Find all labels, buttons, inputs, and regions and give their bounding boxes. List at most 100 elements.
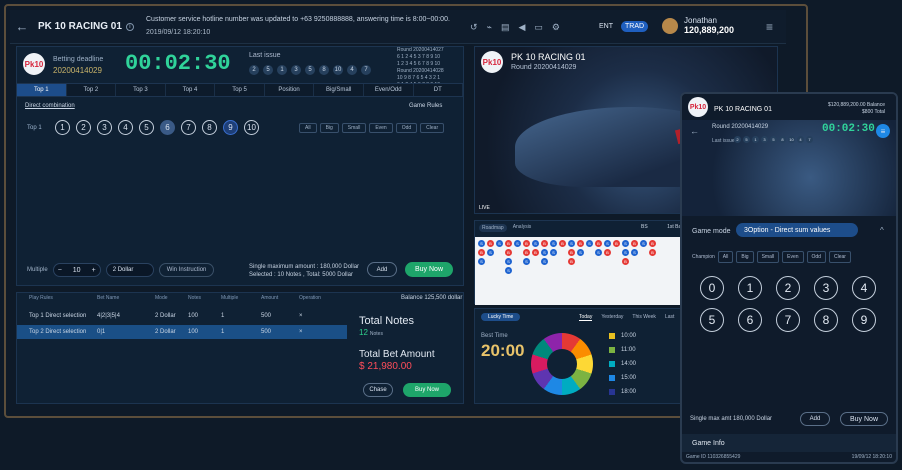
lang-ent[interactable]: ENT	[595, 21, 617, 32]
total-notes-value: 12 Notes	[359, 328, 383, 337]
mobile-datetime: 19/09/12 18:20:10	[851, 454, 892, 460]
number-ball[interactable]: 6	[160, 120, 175, 135]
buy-now-button[interactable]: Buy Now	[405, 262, 453, 277]
mobile-number-ball[interactable]: 3	[814, 276, 838, 300]
number-ball[interactable]: 3	[97, 120, 112, 135]
game-info-header[interactable]: Game Info	[682, 434, 896, 452]
report-icon[interactable]: ▤	[501, 22, 510, 33]
tab-even-odd[interactable]: Even/Odd	[364, 84, 414, 96]
quick-odd[interactable]: Odd	[395, 123, 418, 133]
table-row[interactable]: Top 1 Direct selection 4|2|3|5|4 2 Dollar 1…	[17, 309, 347, 323]
mobile-number-ball[interactable]: 9	[852, 308, 876, 332]
roadmap-tabs: Roadmap Analysis	[479, 224, 531, 232]
roadmap-dot: S	[604, 240, 611, 247]
mobile-number-ball[interactable]: 8	[814, 308, 838, 332]
mobile-quick-big[interactable]: Big	[736, 251, 754, 263]
dollar-select[interactable]: 2 Dollar	[105, 263, 154, 277]
number-ball[interactable]: 1	[55, 120, 70, 135]
back-arrow-icon[interactable]: ←	[10, 19, 34, 34]
orders-buy-now-button[interactable]: Buy Now	[403, 383, 451, 397]
history-icon[interactable]: ↺	[470, 22, 478, 33]
quick-even[interactable]: Even	[369, 123, 393, 133]
delete-icon[interactable]: ×	[299, 329, 339, 335]
number-ball[interactable]: 8	[202, 120, 217, 135]
minus-icon[interactable]: −	[58, 267, 62, 274]
quick-clear[interactable]: Clear	[420, 123, 445, 133]
mobile-number-ball[interactable]: 7	[776, 308, 800, 332]
plus-icon[interactable]: +	[92, 267, 96, 274]
multiple-stepper[interactable]: − 10 +	[52, 263, 101, 277]
video-logo: Pk10	[481, 51, 503, 73]
column-header: Notes	[188, 295, 202, 301]
quick-big[interactable]: Big	[319, 123, 339, 133]
mobile-quick-all[interactable]: All	[717, 251, 734, 263]
direct-combination-link[interactable]: Direct combination	[25, 103, 75, 109]
roadmap-select[interactable]: BS	[641, 224, 648, 230]
number-ball[interactable]: 10	[244, 120, 259, 135]
tab-top-2[interactable]: Top 2	[67, 84, 117, 96]
game-mode-select[interactable]: 3Option - Direct sum values	[736, 223, 858, 237]
table-cell: 1	[221, 329, 225, 335]
tab-top-3[interactable]: Top 3	[116, 84, 166, 96]
add-button[interactable]: Add	[367, 262, 397, 277]
avatar[interactable]	[662, 17, 678, 34]
tab-top-5[interactable]: Top 5	[215, 84, 265, 96]
tab-top-1[interactable]: Top 1	[17, 84, 67, 96]
deadline-value: 20200414029	[53, 66, 102, 75]
number-ball[interactable]: 9	[223, 120, 238, 135]
filter-last[interactable]: Last	[665, 314, 674, 321]
mobile-number-ball[interactable]: 4	[852, 276, 876, 300]
tab-analysis[interactable]: Analysis	[513, 224, 532, 232]
mobile-number-ball[interactable]: 1	[738, 276, 762, 300]
tab-top-4[interactable]: Top 4	[166, 84, 216, 96]
mobile-video[interactable]: ← Round 20200414029 00:02:30 Last issue …	[682, 120, 896, 216]
quick-small[interactable]: Small	[341, 123, 367, 133]
mobile-quick-odd[interactable]: Odd	[806, 251, 826, 263]
mobile-balance-line1: $120,889,200.00 Balance	[828, 102, 885, 108]
mobile-quick-clear[interactable]: Clear	[828, 251, 851, 263]
roadmap-dot: B	[505, 249, 512, 256]
delete-icon[interactable]: ×	[299, 313, 339, 319]
filter-today[interactable]: Today	[579, 314, 593, 321]
number-ball[interactable]: 4	[118, 120, 133, 135]
win-instruction-button[interactable]: Win Instruction	[158, 263, 215, 277]
chase-button[interactable]: Chase	[363, 383, 393, 397]
filter-yesterday[interactable]: Yesterday	[601, 314, 623, 321]
last-ball: 4	[347, 65, 357, 75]
mobile-quick-small[interactable]: Small	[756, 251, 780, 263]
number-ball[interactable]: 7	[181, 120, 196, 135]
tab-roadmap[interactable]: Roadmap	[479, 224, 507, 232]
mobile-number-ball[interactable]: 5	[700, 308, 724, 332]
number-ball[interactable]: 5	[139, 120, 154, 135]
info-icon[interactable]: i	[125, 22, 134, 31]
menu-icon[interactable]: ≡	[766, 20, 773, 34]
mobile-quick-even[interactable]: Even	[782, 251, 804, 263]
tab-position[interactable]: Position	[265, 84, 315, 96]
mobile-number-ball[interactable]: 0	[700, 276, 724, 300]
mobile-buy-now-button[interactable]: Buy Now	[840, 412, 888, 426]
filter-this-week[interactable]: This Week	[632, 314, 656, 321]
mobile-number-ball[interactable]: 6	[738, 308, 762, 332]
tab-dt[interactable]: DT	[414, 84, 464, 96]
mobile-number-ball[interactable]: 2	[776, 276, 800, 300]
game-rules-link[interactable]: Game Rules	[409, 103, 442, 109]
lucky-time-tab[interactable]: Lucky Time	[481, 313, 521, 321]
video-icon[interactable]: ▭	[534, 22, 543, 33]
mobile-menu-icon[interactable]: ≡	[876, 124, 890, 138]
live-badge: LIVE	[479, 205, 490, 211]
quick-all[interactable]: All	[299, 123, 317, 133]
color-swatch	[609, 333, 615, 339]
table-row[interactable]: Top 2 Direct selection 0|1 2 Dollar 100 1 500…	[17, 325, 347, 339]
collapse-icon[interactable]: ^	[880, 226, 884, 235]
top1-label: Top 1	[27, 125, 42, 131]
sound-icon[interactable]: ◀	[518, 22, 525, 33]
mobile-back-icon[interactable]: ←	[690, 126, 699, 136]
mobile-add-button[interactable]: Add	[800, 412, 830, 426]
roadmap-dot: S	[523, 258, 530, 265]
trend-icon[interactable]: ⌁	[487, 22, 492, 33]
mobile-last-ball: 8	[779, 136, 786, 143]
tab-big-small[interactable]: Big/Small	[314, 84, 364, 96]
settings-icon[interactable]: ⚙	[552, 22, 560, 33]
number-ball[interactable]: 2	[76, 120, 91, 135]
lang-trad[interactable]: TRAD	[621, 21, 649, 32]
